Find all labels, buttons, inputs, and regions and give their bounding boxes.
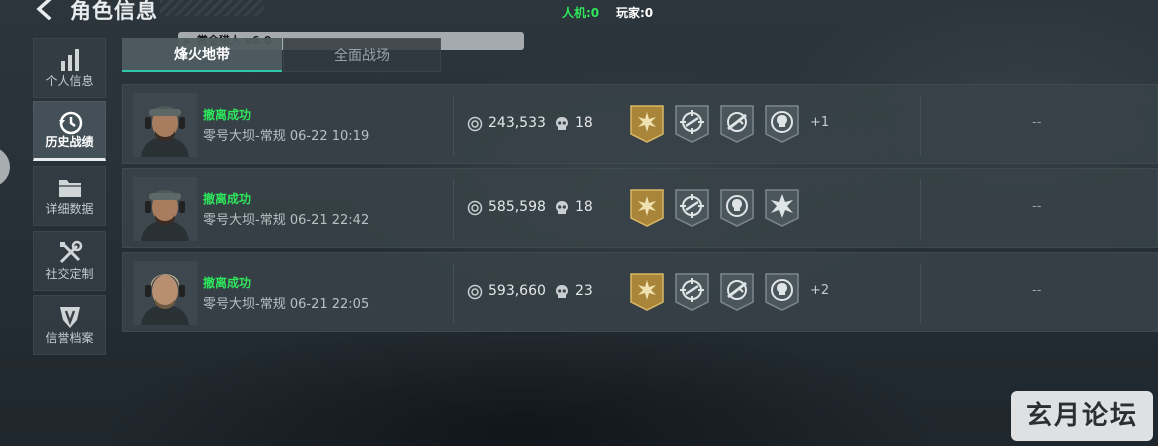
- coin-value: 585,598: [488, 199, 546, 215]
- match-row[interactable]: 撤离成功 零号大坝-常规 06-21 22:42 585,598 18 --: [122, 168, 1158, 248]
- map-mode: 零号大坝-常规: [203, 213, 286, 228]
- folder-icon: [58, 180, 81, 197]
- bar-chart-icon: [60, 49, 79, 71]
- score-value: --: [1032, 199, 1042, 214]
- sidebar-item-reputation[interactable]: 信誉档案: [33, 295, 106, 355]
- player-count: 玩家:0: [616, 6, 654, 20]
- map-mode: 零号大坝-常规: [203, 129, 286, 144]
- sidebar-item-history[interactable]: 历史战绩: [33, 101, 106, 161]
- skull-badge-icon[interactable]: [719, 188, 755, 228]
- coin-icon: [467, 284, 483, 300]
- tools-icon: [59, 240, 82, 264]
- gold-sun-badge-icon[interactable]: [629, 188, 665, 228]
- divider: [920, 95, 921, 155]
- sidebar-item-label: 社交定制: [45, 267, 94, 281]
- sidebar-item-social[interactable]: 社交定制: [33, 231, 106, 291]
- avatar: [133, 261, 197, 325]
- divider: [453, 95, 454, 155]
- skull-badge-icon[interactable]: [764, 104, 800, 144]
- tab-full-battlefield[interactable]: 全面战场: [283, 38, 441, 72]
- sidebar-item-detailed-data[interactable]: 详细数据: [33, 166, 106, 226]
- kill-count: 18: [575, 115, 593, 131]
- crosshair-badge-icon[interactable]: [674, 188, 710, 228]
- skull-icon: [555, 200, 569, 216]
- match-meta: 零号大坝-常规 06-21 22:42: [203, 209, 369, 228]
- top-bar: 角色信息 人机:0 玩家:0: [0, 0, 1158, 23]
- coin-icon: [467, 116, 483, 132]
- extra-badge-count[interactable]: +2: [810, 283, 829, 298]
- divider: [453, 179, 454, 239]
- skull-badge-icon[interactable]: [764, 272, 800, 312]
- match-datetime: 06-21 22:42: [289, 213, 370, 228]
- coin-icon: [467, 200, 483, 216]
- shield-icon: [59, 307, 80, 328]
- side-drawer-handle[interactable]: [0, 147, 10, 187]
- divider: [920, 179, 921, 239]
- skull-icon: [555, 116, 569, 132]
- crosshair-badge-icon[interactable]: [674, 104, 710, 144]
- sidebar-item-label: 详细数据: [45, 202, 94, 216]
- star-burst-badge-icon[interactable]: [764, 188, 800, 228]
- gold-sun-badge-icon[interactable]: [629, 104, 665, 144]
- score-value: --: [1032, 115, 1042, 130]
- coin-value: 243,533: [488, 115, 546, 131]
- avatar: [133, 93, 197, 157]
- tab-beacon-zone[interactable]: 烽火地带: [122, 38, 282, 72]
- match-meta: 零号大坝-常规 06-21 22:05: [203, 293, 369, 312]
- match-row[interactable]: 撤离成功 零号大坝-常规 06-22 10:19 243,533 18 +1 -…: [122, 84, 1158, 164]
- skull-icon: [555, 284, 569, 300]
- sidebar-item-label: 个人信息: [45, 74, 94, 88]
- avatar: [133, 177, 197, 241]
- extraction-result: 撤离成功: [203, 108, 252, 122]
- divider: [453, 263, 454, 323]
- coin-value: 593,660: [488, 283, 546, 299]
- extraction-result: 撤离成功: [203, 192, 252, 206]
- ai-count: 人机:0: [562, 6, 600, 20]
- gold-sun-badge-icon[interactable]: [629, 272, 665, 312]
- match-meta: 零号大坝-常规 06-22 10:19: [203, 125, 369, 144]
- extra-badge-count[interactable]: +1: [810, 115, 829, 130]
- match-row[interactable]: 撤离成功 零号大坝-常规 06-21 22:05 593,660 23 +2 -…: [122, 252, 1158, 332]
- title-decoration: [160, 0, 264, 16]
- chevron-left-icon[interactable]: [34, 0, 56, 20]
- forum-watermark: 玄月论坛: [1011, 391, 1153, 441]
- kill-count: 23: [575, 283, 593, 299]
- map-mode: 零号大坝-常规: [203, 297, 286, 312]
- crosshair-badge-icon[interactable]: [674, 272, 710, 312]
- sidebar-item-label: 历史战绩: [45, 135, 94, 149]
- sidebar-item-label: 信誉档案: [45, 331, 94, 345]
- match-datetime: 06-22 10:19: [289, 129, 370, 144]
- divider: [920, 263, 921, 323]
- score-value: --: [1032, 283, 1042, 298]
- sidebar-item-personal-info[interactable]: 个人信息: [33, 38, 106, 98]
- match-datetime: 06-21 22:05: [289, 297, 370, 312]
- rifle-badge-icon[interactable]: [719, 272, 755, 312]
- kill-count: 18: [575, 199, 593, 215]
- extraction-result: 撤离成功: [203, 276, 252, 290]
- rifle-badge-icon[interactable]: [719, 104, 755, 144]
- page-title: 角色信息: [70, 0, 158, 23]
